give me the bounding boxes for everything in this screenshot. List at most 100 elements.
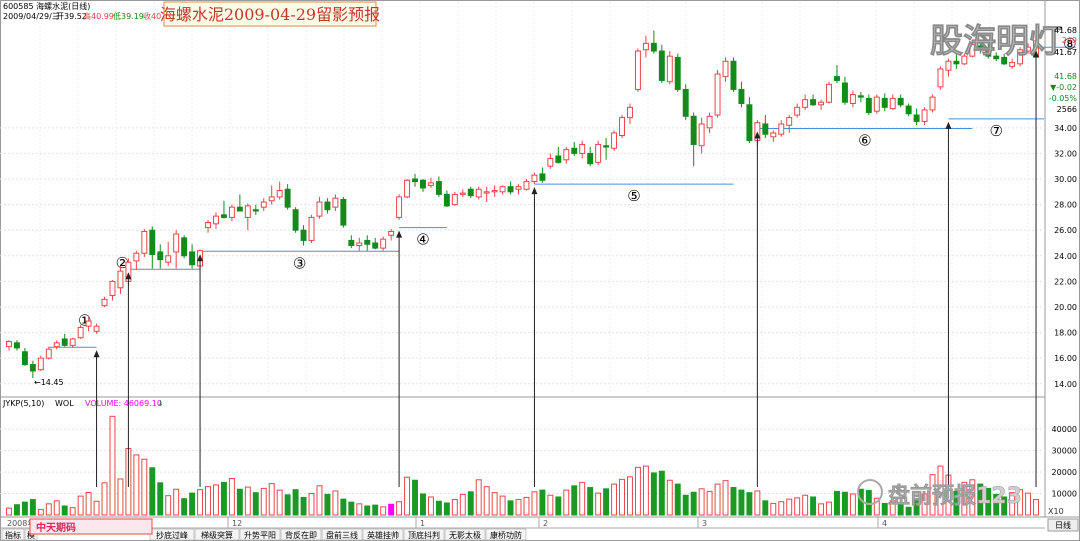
indicator-wol: WOL (55, 399, 74, 408)
kline-chart-window: ①②③④⑤⑥⑦⑧ 14.00 16.00 18.00 20.00 22.00 24.00 2… (0, 0, 1080, 541)
candle-body (818, 101, 825, 106)
time-label-3: 2 (543, 519, 548, 528)
volume-bar (45, 503, 52, 516)
candle-body (380, 238, 387, 249)
volume-bar (523, 496, 530, 516)
volume-bar (706, 490, 713, 516)
volume-bar (459, 493, 466, 516)
volume-bar (133, 454, 140, 516)
info-pct: -0.05% (1049, 94, 1078, 103)
candle-body (435, 181, 442, 195)
candle-body (252, 209, 259, 212)
volume-bar (77, 495, 84, 516)
volume-bar (491, 492, 498, 516)
candle-body (786, 117, 793, 126)
volume-bar (475, 479, 482, 516)
volume-bar (427, 496, 434, 516)
candle-body (627, 106, 633, 119)
title-text: 海螺水泥2009-04-29留影预报 (160, 5, 380, 24)
candle-body (205, 222, 211, 229)
candle-body (794, 106, 801, 116)
candle-body (619, 117, 625, 136)
candle-body (658, 50, 665, 81)
candle-body (722, 60, 729, 78)
candle-body (77, 326, 84, 339)
candle-body (141, 230, 148, 254)
candle-body (897, 97, 904, 106)
volume-bar (881, 502, 888, 516)
date-line: 2009/04/29/三 (3, 12, 60, 21)
candle-body (778, 123, 785, 135)
volume-bar (53, 500, 60, 516)
volume-bar (603, 488, 610, 516)
time-label-1: 12 (232, 519, 242, 528)
indicator-arrow: ↓ (157, 399, 164, 408)
support-label: ④ (416, 231, 429, 249)
candle-body (388, 230, 395, 236)
candle-body (515, 186, 522, 190)
volume-bar (746, 492, 753, 516)
volume-tick-label: 10000 (1052, 490, 1077, 499)
volume-tick-label: 20000 (1052, 468, 1077, 477)
period-tab[interactable]: 日线 (1055, 520, 1071, 530)
candle-body (427, 182, 434, 186)
candle-body (507, 186, 514, 193)
indicator-tab: 无影太极 (449, 530, 481, 540)
high-value: 高40.99 (83, 11, 114, 21)
indicator-tab: 升势平阳 (244, 530, 276, 540)
volume-bar (674, 483, 681, 516)
volume-bar (268, 483, 275, 516)
candle-body (483, 191, 490, 194)
candle-body (698, 123, 705, 147)
volume-bar (93, 500, 100, 516)
chart-frame (0, 0, 1080, 541)
volume-bar (539, 489, 546, 516)
indicator-tab: 背反在即 (285, 530, 317, 540)
candle-body (603, 145, 610, 148)
candle-body (213, 215, 219, 225)
candle-body (451, 193, 458, 206)
candle-body (37, 357, 44, 371)
candle-body (276, 190, 283, 198)
volume-bar (276, 489, 283, 516)
low-value: 低39.19 (113, 11, 144, 21)
volume-bar (412, 479, 418, 516)
info-vol: 2566 (1057, 105, 1077, 114)
price-tick-label: 32.00 (1054, 149, 1077, 158)
price-tick-label: 18.00 (1054, 329, 1077, 338)
candle-body (332, 197, 339, 208)
volume-bar (173, 488, 180, 516)
volume-bar (21, 501, 28, 516)
candle-body (587, 152, 594, 165)
volume-bar (380, 506, 387, 516)
candle-body (117, 270, 124, 289)
volume-bar (181, 498, 188, 516)
volume-bar (197, 489, 204, 516)
volume-bar (109, 415, 116, 516)
candle-body (13, 342, 20, 349)
candle-body (69, 338, 76, 346)
candle-body (849, 94, 856, 105)
price-tick-label: 16.00 (1054, 354, 1077, 363)
volume-bar (443, 502, 450, 516)
candle-body (220, 214, 227, 218)
volume-bar (547, 494, 554, 516)
support-label: ⑥ (858, 131, 871, 149)
candle-body (467, 188, 474, 197)
volume-bar (292, 489, 299, 516)
volume-bar (404, 476, 411, 516)
volume-bar (157, 482, 164, 516)
volume-bar (300, 496, 307, 516)
info-v3: 41.67 (1054, 48, 1077, 57)
candle-body (228, 206, 235, 218)
candle-body (690, 115, 697, 145)
volume-bar (1025, 492, 1032, 516)
volume-bar (738, 489, 745, 516)
volume-bar (627, 476, 633, 516)
candle-body (730, 60, 737, 90)
volume-bar (451, 499, 458, 516)
volume-bar (650, 472, 657, 516)
indicator-tab: 康桥功防 (490, 530, 522, 540)
candle-body (348, 239, 355, 247)
time-label-2: 1 (420, 519, 425, 528)
